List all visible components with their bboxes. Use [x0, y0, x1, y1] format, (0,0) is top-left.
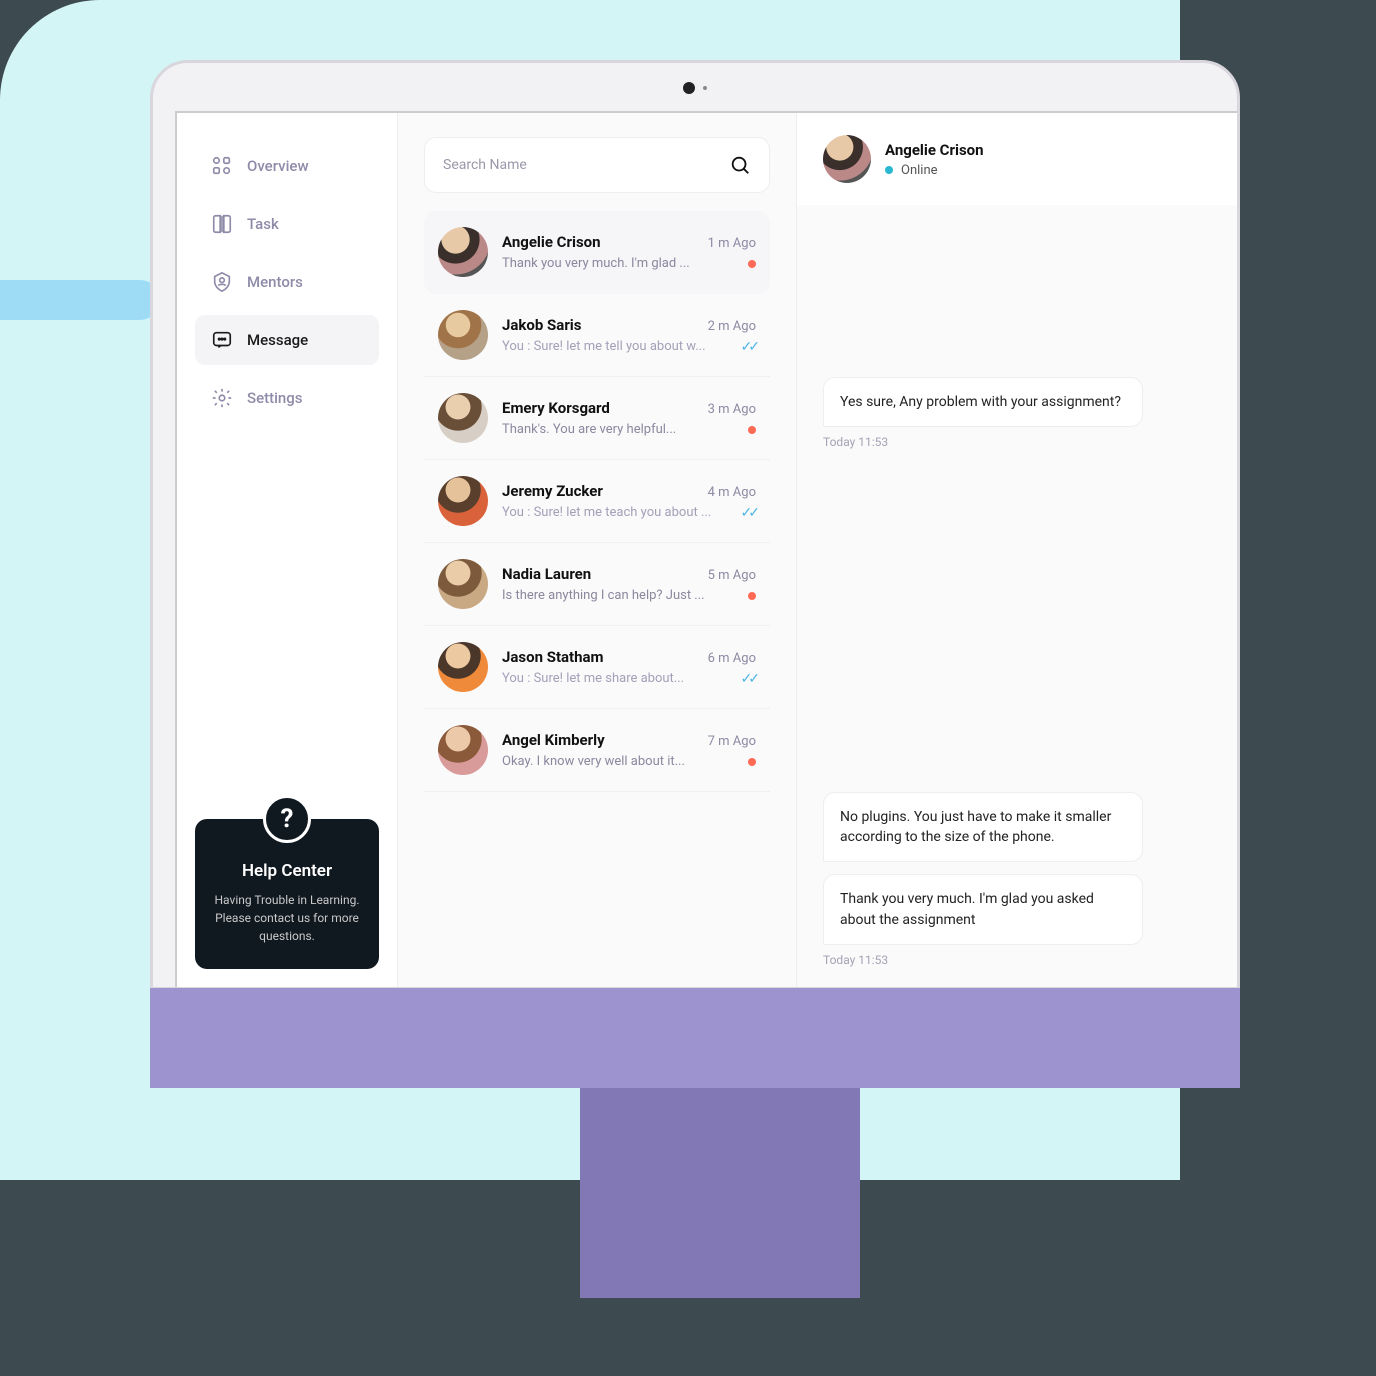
book-icon	[211, 213, 233, 235]
contact-list: Angelie Crison 1 m Ago Thank you very much…	[424, 211, 770, 792]
contact-preview: Okay. I know very well about it...	[502, 754, 685, 769]
chat-bubble: No plugins. You just have to make it sma…	[823, 792, 1143, 863]
unread-dot-icon	[748, 592, 756, 600]
contact-preview: You : Sure! let me tell you about w...	[502, 339, 706, 354]
camera-icon	[683, 82, 695, 94]
chat-timestamp: Today 11:53	[823, 953, 1237, 967]
contact-item[interactable]: Angelie Crison 1 m Ago Thank you very much…	[424, 211, 770, 294]
contact-name: Jason Statham	[502, 648, 604, 666]
camera-row	[153, 81, 1237, 95]
online-dot-icon	[885, 166, 893, 174]
contact-item[interactable]: Emery Korsgard 3 m Ago Thank's. You are ve…	[424, 377, 770, 460]
chat-bubble: Thank you very much. I'm glad you asked …	[823, 874, 1143, 945]
contact-time: 3 m Ago	[708, 402, 756, 417]
chat-panel: Angelie Crison Online Yes sure, Any prob…	[797, 113, 1237, 987]
contact-name: Angelie Crison	[502, 233, 601, 251]
contact-time: 2 m Ago	[708, 319, 756, 334]
help-desc: Having Trouble in Learning. Please conta…	[211, 891, 363, 945]
screen: Overview Task Mentors	[175, 111, 1237, 987]
chat-bubble: Yes sure, Any problem with your assignme…	[823, 377, 1143, 427]
status-label: Online	[901, 163, 938, 178]
nav-mentors[interactable]: Mentors	[195, 257, 379, 307]
nav-label: Settings	[247, 389, 303, 407]
nav-message[interactable]: Message	[195, 315, 379, 365]
contact-name: Jeremy Zucker	[502, 482, 603, 500]
contact-item[interactable]: Jakob Saris 2 m AgoYou : Sure! let me tel…	[424, 294, 770, 377]
contacts-panel: Angelie Crison 1 m Ago Thank you very much…	[397, 113, 797, 987]
monitor-frame: Overview Task Mentors	[150, 60, 1240, 990]
avatar	[438, 393, 488, 443]
user-badge-icon	[211, 271, 233, 293]
chat-header-name: Angelie Crison	[885, 141, 984, 159]
monitor-stand	[580, 1088, 860, 1298]
contact-preview: You : Sure! let me share about...	[502, 671, 684, 686]
nav: Overview Task Mentors	[195, 141, 379, 423]
contact-time: 6 m Ago	[708, 651, 756, 666]
chat-timestamp: Today 11:53	[823, 435, 1237, 449]
chat-header: Angelie Crison Online	[797, 113, 1237, 205]
nav-task[interactable]: Task	[195, 199, 379, 249]
help-card[interactable]: ? Help Center Having Trouble in Learning…	[195, 819, 379, 969]
avatar	[438, 310, 488, 360]
nav-label: Task	[247, 215, 279, 233]
search-input[interactable]	[443, 157, 689, 173]
contact-time: 7 m Ago	[708, 734, 756, 749]
sidebar: Overview Task Mentors	[177, 113, 397, 987]
contact-item[interactable]: Angel Kimberly 7 m Ago Okay. I know very w…	[424, 709, 770, 792]
nav-label: Message	[247, 331, 308, 349]
contact-name: Emery Korsgard	[502, 399, 610, 417]
read-checks-icon: ✓✓	[741, 339, 756, 355]
nav-settings[interactable]: Settings	[195, 373, 379, 423]
nav-overview[interactable]: Overview	[195, 141, 379, 191]
contact-name: Jakob Saris	[502, 316, 581, 334]
grid-icon	[211, 155, 233, 177]
decorative-swoop	[0, 280, 160, 320]
read-checks-icon: ✓✓	[741, 505, 756, 521]
chat-body: Yes sure, Any problem with your assignme…	[797, 205, 1237, 987]
question-icon: ?	[263, 795, 311, 843]
contact-preview: You : Sure! let me teach you about ...	[502, 505, 711, 520]
unread-dot-icon	[748, 426, 756, 434]
nav-label: Overview	[247, 157, 309, 175]
contact-time: 1 m Ago	[708, 236, 756, 251]
avatar	[438, 559, 488, 609]
monitor-chin	[150, 988, 1240, 1088]
chat-status: Online	[885, 163, 984, 178]
avatar	[438, 227, 488, 277]
contact-item[interactable]: Nadia Lauren 5 m AgoIs there anything I c…	[424, 543, 770, 626]
avatar	[438, 476, 488, 526]
message-icon	[211, 329, 233, 351]
gear-icon	[211, 387, 233, 409]
contact-time: 4 m Ago	[708, 485, 756, 500]
help-title: Help Center	[211, 861, 363, 881]
contact-preview: Thank's. You are very helpful...	[502, 422, 676, 437]
unread-dot-icon	[748, 260, 756, 268]
read-checks-icon: ✓✓	[741, 671, 756, 687]
search-icon	[729, 154, 751, 176]
contact-preview: Is there anything I can help? Just ...	[502, 588, 705, 603]
contact-preview: Thank you very much. I'm glad ...	[502, 256, 690, 271]
search-box[interactable]	[424, 137, 770, 193]
camera-led-icon	[703, 86, 707, 90]
nav-label: Mentors	[247, 273, 303, 291]
avatar	[438, 642, 488, 692]
contact-name: Nadia Lauren	[502, 565, 591, 583]
avatar	[438, 725, 488, 775]
contact-item[interactable]: Jason Statham 6 m Ago You : Sure! let me s…	[424, 626, 770, 709]
avatar	[823, 135, 871, 183]
contact-time: 5 m Ago	[708, 568, 756, 583]
unread-dot-icon	[748, 758, 756, 766]
contact-name: Angel Kimberly	[502, 731, 605, 749]
contact-item[interactable]: Jeremy Zucker 4 m Ago You : Sure! let me t…	[424, 460, 770, 543]
